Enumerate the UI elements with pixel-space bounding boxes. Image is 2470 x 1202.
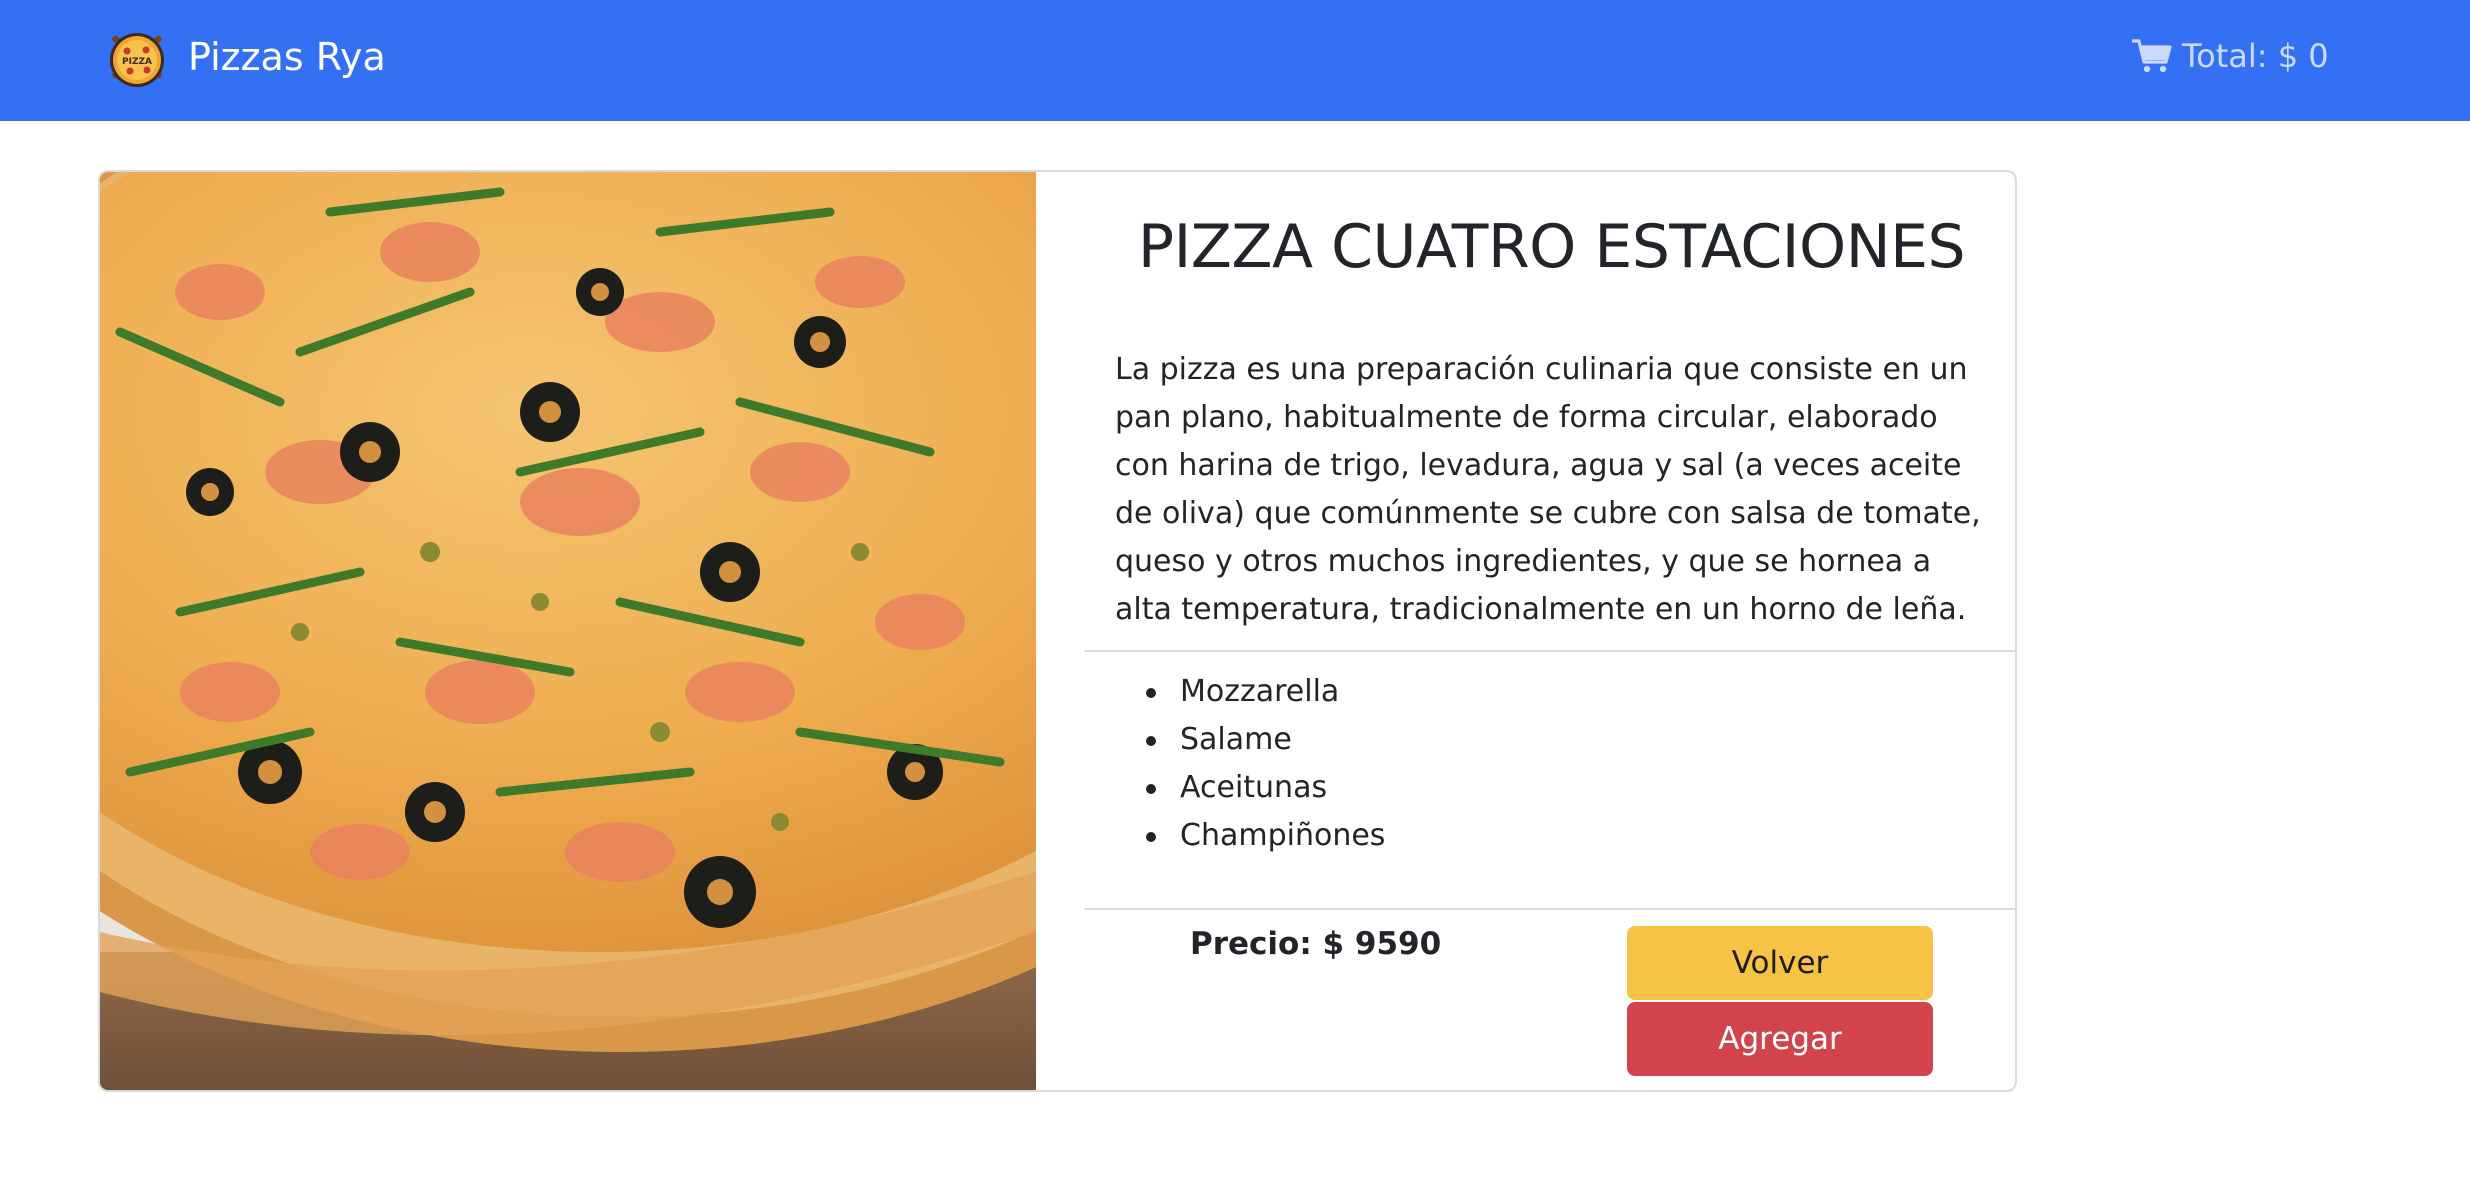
product-title: PIZZA CUATRO ESTACIONES [1137,212,1966,282]
cart-total-text: Total: $ 0 [2182,37,2329,75]
logo-text: PIZZA [122,57,152,67]
product-price: Precio: $ 9590 [1190,926,1442,962]
add-to-cart-button[interactable]: Agregar [1627,1002,1933,1076]
brand-link[interactable]: PIZZA Pizzas Rya [100,24,386,90]
product-card: PIZZA CUATRO ESTACIONES La pizza es una … [98,170,2017,1092]
back-button[interactable]: Volver [1627,926,1933,1000]
shopping-cart-icon [2132,39,2172,73]
navbar: PIZZA Pizzas Rya Total: $ 0 [0,0,2470,121]
ingredients-list: Mozzarella Salame Aceitunas Champiñones [1145,668,1385,860]
ingredient-item: Mozzarella [1145,668,1385,716]
ingredient-item: Salame [1145,716,1385,764]
ingredient-item: Aceitunas [1145,764,1385,812]
ingredient-item: Champiñones [1145,812,1385,860]
divider [1084,650,2015,652]
pizza-logo-icon: PIZZA [110,33,164,87]
brand-name: Pizzas Rya [188,35,386,79]
cart-total-link[interactable]: Total: $ 0 [2132,34,2329,78]
product-description: La pizza es una preparación culinaria qu… [1115,352,1981,627]
pizza-image [100,172,1036,1090]
product-details: PIZZA CUATRO ESTACIONES La pizza es una … [1084,172,2015,1090]
divider [1084,908,2015,910]
